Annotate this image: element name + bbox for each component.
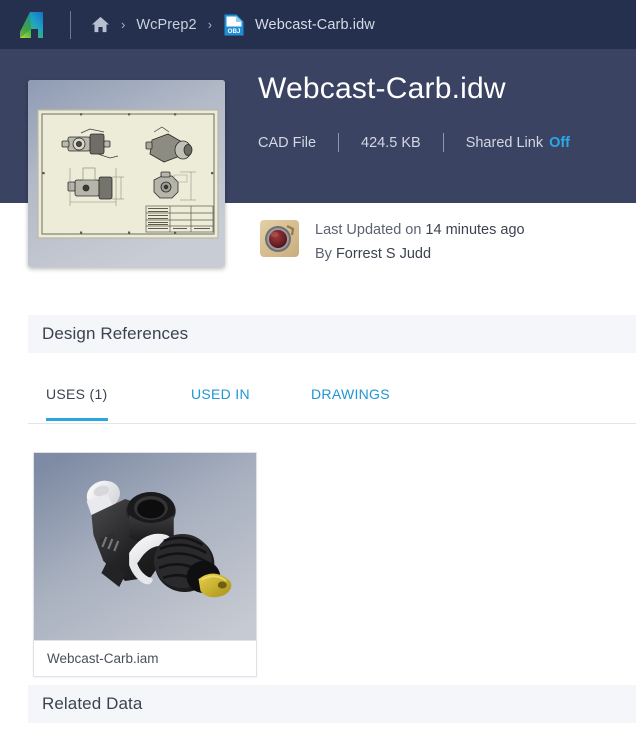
last-updated-prefix: Last Updated on	[315, 222, 422, 238]
user-avatar-image	[260, 220, 299, 257]
nav-divider	[70, 10, 71, 39]
design-references-tabs: USES (1) USED IN DRAWINGS	[28, 380, 636, 424]
svg-text:OBJ: OBJ	[228, 28, 241, 35]
by-word: By	[315, 246, 332, 263]
home-icon[interactable]	[91, 15, 110, 34]
breadcrumb-separator-1: ›	[121, 17, 126, 32]
updated-author-line: By Forrest S Judd	[315, 247, 525, 262]
reference-card[interactable]: Webcast-Carb.iam	[33, 452, 257, 677]
reference-card-label: Webcast-Carb.iam	[34, 640, 256, 676]
last-updated-time: 14 minutes ago	[425, 222, 525, 238]
file-type-label: CAD File	[258, 134, 317, 151]
shared-link-label: Shared Link	[465, 134, 544, 151]
breadcrumb-separator-2: ›	[207, 17, 213, 32]
hero-text-block: Webcast-Carb.idw CAD File 424.5 KB Share…	[258, 72, 628, 152]
file-preview-thumbnail[interactable]	[28, 80, 225, 267]
tab-used-in[interactable]: USED IN	[191, 386, 250, 418]
meta-divider-1	[338, 133, 340, 152]
carburetor-render-image	[34, 453, 256, 640]
top-navigation-bar: › WcPrep2 › OBJ Webcast-Carb.idw	[0, 0, 636, 49]
page-title: Webcast-Carb.idw	[258, 72, 506, 105]
last-updated-row: Last Updated on 14 minutes ago By Forrest…	[260, 220, 525, 262]
updated-text-lines: Last Updated on 14 minutes ago By Forrest…	[315, 220, 525, 262]
author-name: Forrest S Judd	[335, 246, 432, 263]
tab-drawings[interactable]: DRAWINGS	[311, 386, 390, 418]
obj-file-icon: OBJ	[224, 14, 244, 35]
related-data-title: Related Data	[42, 694, 143, 713]
file-meta-row: CAD File 424.5 KB Shared Link Off	[258, 133, 628, 152]
meta-divider-2	[442, 133, 444, 152]
design-references-section-header: Design References	[28, 315, 636, 353]
file-size-label: 424.5 KB	[361, 134, 421, 151]
breadcrumb-item-wcprep2[interactable]: WcPrep2	[136, 17, 196, 33]
cad-drawing-thumbnail-image	[28, 80, 225, 267]
shared-link-state[interactable]: Off	[549, 135, 570, 151]
last-updated-line: Last Updated on 14 minutes ago	[315, 222, 525, 238]
avatar[interactable]	[260, 220, 299, 257]
design-references-title: Design References	[42, 324, 189, 343]
autodesk-logo[interactable]	[18, 10, 52, 40]
tab-uses[interactable]: USES (1)	[46, 386, 108, 421]
breadcrumb-current-file: Webcast-Carb.idw	[255, 16, 375, 33]
reference-card-thumbnail	[34, 453, 256, 640]
related-data-section-header: Related Data	[28, 685, 636, 723]
